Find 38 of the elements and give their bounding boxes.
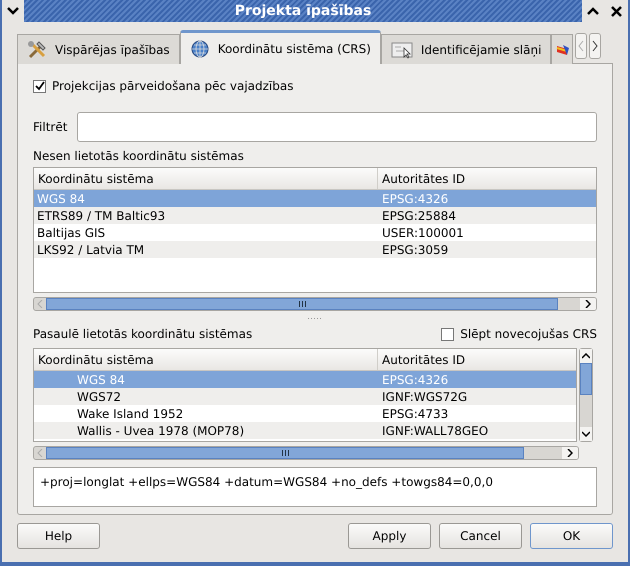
checkbox-label: Projekcijas pārveidošana pēc vajadzības (52, 78, 294, 95)
dialog-button[interactable]: Cancel (439, 523, 522, 549)
table-cell-text: ETRS89 / TM Baltic93 (36, 208, 166, 224)
window-title: Projekta īpašības (234, 2, 372, 20)
column-header[interactable]: Autoritātes ID (378, 168, 596, 189)
table-cell-text: WGS 84 (76, 372, 126, 388)
table-cell-text: Wallis - Uvea 1978 (MOP78) (76, 422, 246, 440)
section-title: Nesen lietotās koordinātu sistēmas (33, 148, 245, 165)
table-row[interactable]: Wallis - Uvea 1978 (MOP78) IGNF:WALL78GEO (34, 422, 576, 439)
dialog-button[interactable]: Help (17, 523, 100, 549)
table-cell-text: Baltijas GIS (36, 224, 106, 242)
column-header[interactable]: Koordinātu sistēma (34, 168, 378, 189)
table-cell-text: Wake Island 1952 (76, 406, 184, 422)
table-cell-text: EPSG:3059 (381, 242, 450, 258)
table-cell-text: USER:100001 (381, 224, 465, 242)
table-cell-text: EPSG:4326 (381, 372, 450, 388)
tab[interactable]: Koordinātu sistēma (CRS) (180, 30, 381, 64)
dialog-button[interactable]: Apply (348, 523, 431, 549)
tab[interactable]: Identificējamie slāņi (380, 34, 552, 64)
tab[interactable]: Vispārējas īpašības (17, 34, 180, 64)
proj-string-field[interactable]: +proj=longlat +ellps=WGS84 +datum=WGS84 +no_defs +towgs84=0,0,0 (33, 467, 597, 507)
filter-label: Filtrēt (33, 119, 68, 136)
checkbox-label: Slēpt novecojušas CRS (460, 326, 597, 343)
table-cell-text: WGS 84 (36, 190, 86, 208)
table-cell-text: WGS72 (76, 388, 122, 406)
table-cell-text: IGNF:WALL78GEO (381, 422, 490, 440)
table-cell-text: EPSG:4733 (381, 406, 450, 422)
table-row[interactable]: LKS92 / Latvia TM EPSG:3059 (34, 241, 596, 258)
table-cell-text: IGNF:WGS72G (381, 388, 468, 406)
table-cell-text: EPSG:25884 (381, 208, 457, 224)
table-cell-text: EPSG:4326 (381, 190, 450, 208)
dialog-button[interactable]: OK (530, 523, 613, 549)
table-cell-text: LKS92 / Latvia TM (36, 242, 146, 258)
column-header[interactable]: Autoritātes ID (378, 349, 576, 370)
table-row[interactable]: ETRS89 / TM Baltic93 EPSG:25884 (34, 207, 596, 224)
column-header[interactable]: Koordinātu sistēma (34, 349, 378, 370)
section-title: Pasaulē lietotās koordinātu sistēmas (33, 326, 252, 343)
table-row[interactable]: WGS72 IGNF:WGS72G (34, 388, 576, 405)
